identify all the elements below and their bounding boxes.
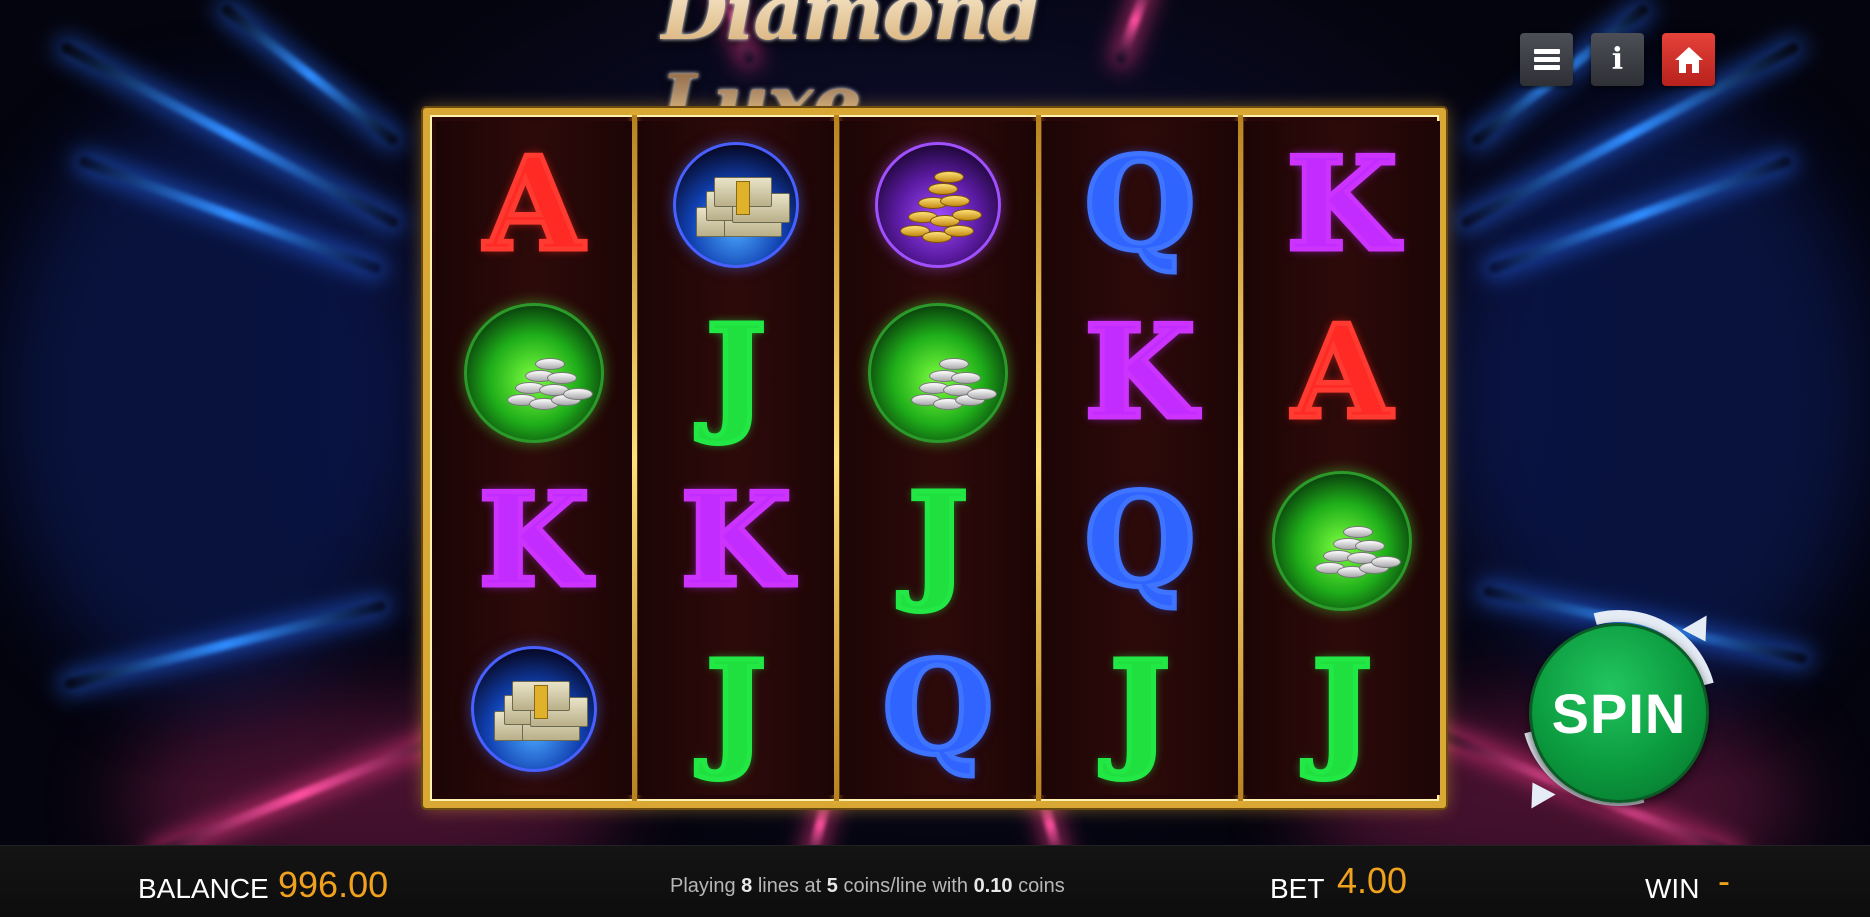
coins-per-line: 5 xyxy=(826,875,838,897)
reel-cell: Q xyxy=(840,625,1036,793)
lines-text: lines at xyxy=(757,875,822,897)
reel-cell: J xyxy=(840,457,1036,625)
balance-label: BALANCE xyxy=(138,873,269,904)
lines-prefix: Playing xyxy=(670,875,736,897)
home-button[interactable] xyxy=(1662,33,1715,86)
gold-coins-icon xyxy=(875,142,1001,268)
reel: KA J xyxy=(1244,121,1440,795)
reel-divider xyxy=(834,115,839,801)
silver-coins-icon xyxy=(1272,471,1412,611)
silver-coin-icon xyxy=(547,372,577,384)
reel-cell: K xyxy=(638,457,834,625)
symbol-q: Q xyxy=(1082,466,1198,616)
silver-coins-icon xyxy=(868,303,1008,443)
symbol-j: J xyxy=(905,466,971,616)
reel-cell: J xyxy=(638,625,834,793)
reel-cell xyxy=(436,289,632,457)
symbol-j: J xyxy=(703,634,769,784)
symbol-k: K xyxy=(476,466,592,616)
silver-coin-icon xyxy=(535,358,565,370)
silver-coin-icon xyxy=(1371,556,1401,568)
lines-info: Playing 8 lines at 5 coins/line with 0.1… xyxy=(670,875,1065,898)
lines-count: 8 xyxy=(741,875,753,897)
reel-cell: Q xyxy=(1042,457,1238,625)
menu-button[interactable] xyxy=(1520,33,1573,86)
reels-frame: AKJKJJQQKQJKAJ xyxy=(423,108,1446,808)
reel-cell: Q xyxy=(1042,121,1238,289)
reel-cell xyxy=(840,121,1036,289)
reel-cell xyxy=(436,625,632,793)
reel-cell: J xyxy=(1244,625,1440,793)
silver-coin-icon xyxy=(563,388,593,400)
spin-button[interactable]: SPIN xyxy=(1529,623,1709,803)
silver-coins-icon xyxy=(464,303,604,443)
silver-coin-icon xyxy=(1355,540,1385,552)
reel: QKQJ xyxy=(1042,121,1238,795)
cash-stack-icon xyxy=(673,142,799,268)
bet-label: BET xyxy=(1270,873,1325,904)
reel: JKJ xyxy=(638,121,834,795)
info-button[interactable]: i xyxy=(1591,33,1644,86)
silver-coin-icon xyxy=(951,372,981,384)
reel-cell: A xyxy=(1244,289,1440,457)
reel-cell: J xyxy=(638,289,834,457)
symbol-k: K xyxy=(678,466,794,616)
coin-value: 0.10 xyxy=(973,875,1013,897)
reel: JQ xyxy=(840,121,1036,795)
status-bar: BALANCE 996.00 Playing 8 lines at 5 coin… xyxy=(0,845,1870,917)
reel-cell: A xyxy=(436,121,632,289)
spin-label: SPIN xyxy=(1551,681,1687,745)
silver-coin-icon xyxy=(967,388,997,400)
reel: AK xyxy=(436,121,632,795)
bet-value[interactable]: 4.00 xyxy=(1337,860,1407,902)
symbol-a: A xyxy=(1290,298,1394,448)
reel-cell: J xyxy=(1042,625,1238,793)
lines-text: coins/line with xyxy=(843,875,968,897)
gold-coin-icon xyxy=(940,195,970,207)
hamburger-menu-icon xyxy=(1533,46,1560,73)
home-icon xyxy=(1674,46,1703,73)
symbol-k: K xyxy=(1284,130,1400,280)
silver-coin-icon xyxy=(1343,526,1373,538)
game-title-logo: Diamond Luxe xyxy=(660,0,1205,149)
win-value: - xyxy=(1718,860,1730,901)
reel-cell xyxy=(1244,457,1440,625)
balance-value: 996.00 xyxy=(278,864,389,905)
gold-coin-icon xyxy=(952,209,982,221)
symbol-q: Q xyxy=(880,634,996,784)
symbol-q: Q xyxy=(1082,130,1198,280)
symbol-j: J xyxy=(703,298,769,448)
reel-cell: K xyxy=(1244,121,1440,289)
reel-divider xyxy=(1238,115,1243,801)
symbol-j: J xyxy=(1309,634,1375,784)
money-band-icon xyxy=(534,685,548,719)
spin-control[interactable]: SPIN xyxy=(1485,574,1753,842)
arrowhead-icon xyxy=(1520,775,1556,809)
reel-divider xyxy=(632,115,637,801)
symbol-j: J xyxy=(1107,634,1173,784)
reel-cell xyxy=(638,121,834,289)
gold-coin-icon xyxy=(928,183,958,195)
reel-divider xyxy=(1036,115,1041,801)
reel-cell: K xyxy=(1042,289,1238,457)
symbol-k: K xyxy=(1082,298,1198,448)
cash-stack-icon xyxy=(471,646,597,772)
reel-cell: K xyxy=(436,457,632,625)
reel-cell xyxy=(840,289,1036,457)
symbol-a: A xyxy=(482,130,586,280)
win-label: WIN xyxy=(1645,873,1700,904)
money-band-icon xyxy=(736,181,750,215)
lines-suffix: coins xyxy=(1018,875,1065,897)
gold-coin-icon xyxy=(934,171,964,183)
silver-coin-icon xyxy=(939,358,969,370)
info-icon: i xyxy=(1611,42,1624,77)
